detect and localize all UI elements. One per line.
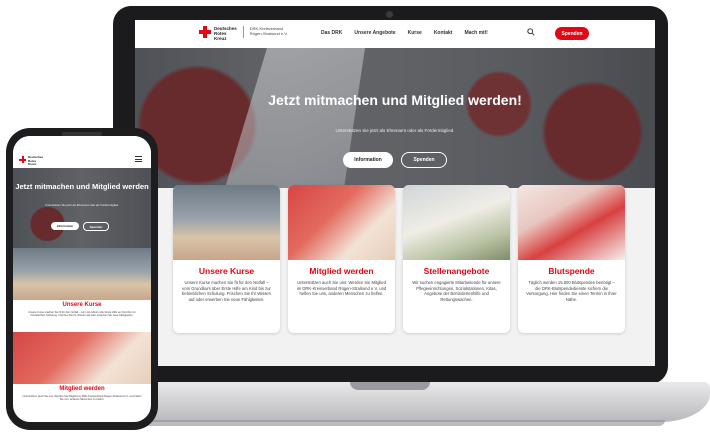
card-title: Stellenangebote <box>423 266 490 276</box>
logo-subtitle: DRK-Kreisverband Rügen-Stralsund e.V. <box>250 26 288 36</box>
drk-logo[interactable]: Deutsches Rotes Kreuz DRK-Kreisverband R… <box>199 26 288 41</box>
logo-divider <box>242 26 244 38</box>
phone-information-button[interactable]: Information <box>51 222 79 230</box>
phone-drk-logo[interactable]: Deutsches Rotes Kreuz <box>19 155 43 167</box>
card-image-jobs <box>403 185 510 260</box>
logo-line3: Kreuz <box>214 36 227 41</box>
phone-card-text-kurse: Unsere Kurse machen Sie fit für den Notf… <box>28 311 136 318</box>
logo-wordmark: Deutsches Rotes Kreuz <box>214 26 237 41</box>
phone-card-image-membership <box>13 332 151 384</box>
phone-card-title-kurse[interactable]: Unsere Kurse <box>13 302 151 308</box>
nav-item-angebote[interactable]: Unsere Angebote <box>354 30 395 36</box>
phone-hero-title: Jetzt mitmachen und Mitglied werden <box>15 182 149 191</box>
card-kurse[interactable]: Unsere Kurse Unsere Kurse machen Sie fit… <box>173 185 280 333</box>
phone-screen: Deutsches Rotes Kreuz Jetzt mitmachen un… <box>13 136 151 422</box>
nav-item-mach-mit[interactable]: Mach mit! <box>464 30 487 36</box>
hero-buttons: Information Spenden <box>343 152 447 168</box>
nav-item-kurse[interactable]: Kurse <box>408 30 422 36</box>
phone-logo-wordmark: Deutsches Rotes Kreuz <box>28 155 43 167</box>
card-stellen[interactable]: Stellenangebote Wir suchen engagierte Mi… <box>403 185 510 333</box>
nav-item-das-drk[interactable]: Das DRK <box>321 30 342 36</box>
camera-icon <box>386 11 393 18</box>
card-text: Unterstützen auch Sie uns: Werden Sie Mi… <box>296 280 387 296</box>
service-cards: Unsere Kurse Unsere Kurse machen Sie fit… <box>173 185 625 333</box>
phone-logo-line3: Kreuz <box>28 162 37 166</box>
phone-card-text-mitglied: Unterstützen auch Sie uns: Werden Sie Mi… <box>22 395 142 402</box>
laptop-shadow <box>110 420 665 426</box>
laptop-screen: Deutsches Rotes Kreuz DRK-Kreisverband R… <box>135 20 655 366</box>
site-header: Deutsches Rotes Kreuz DRK-Kreisverband R… <box>135 20 655 48</box>
phone-card-title-mitglied[interactable]: Mitglied werden <box>13 386 151 392</box>
nav-item-kontakt[interactable]: Kontakt <box>434 30 453 36</box>
information-button[interactable]: Information <box>343 152 393 168</box>
red-cross-icon <box>199 26 211 38</box>
search-icon[interactable] <box>527 28 535 36</box>
card-text: Täglich werden 15.000 Blutspenden benöti… <box>526 280 617 302</box>
laptop-opening-notch <box>350 382 430 390</box>
phone-hero: Jetzt mitmachen und Mitglied werden Unte… <box>13 168 151 248</box>
phone-speaker <box>62 132 102 136</box>
red-cross-icon <box>19 156 26 163</box>
donate-button[interactable]: Spenden <box>555 27 589 40</box>
logo-sub-line2: Rügen-Stralsund e.V. <box>249 31 288 36</box>
hero-subtitle: Unterstützen Sie jetzt als Ehrenamt oder… <box>335 128 455 133</box>
hamburger-menu-icon[interactable] <box>135 156 142 162</box>
main-nav: Das DRK Unsere Angebote Kurse Kontakt Ma… <box>321 30 488 36</box>
hero-donate-button[interactable]: Spenden <box>401 152 447 168</box>
card-title: Mitglied werden <box>309 266 374 276</box>
card-text: Unsere Kurse machen Sie fit für den Notf… <box>182 280 271 302</box>
card-image-blood-donation <box>518 185 625 260</box>
phone-hero-buttons: Information Spenden <box>51 222 109 231</box>
card-title: Blutspende <box>548 266 595 276</box>
phone-hero-subtitle: Unterstützen Sie jetzt als Ehrenamt oder… <box>45 203 119 207</box>
card-image-membership <box>288 185 395 260</box>
hero-title: Jetzt mitmachen und Mitglied werden! <box>268 92 522 108</box>
card-title: Unsere Kurse <box>198 266 255 276</box>
card-image-first-aid <box>173 185 280 260</box>
phone-header: Deutsches Rotes Kreuz <box>13 136 151 168</box>
card-mitglied[interactable]: Mitglied werden Unterstützen auch Sie un… <box>288 185 395 333</box>
card-blutspende[interactable]: Blutspende Täglich werden 15.000 Blutspe… <box>518 185 625 333</box>
phone-donate-button[interactable]: Spenden <box>83 222 109 231</box>
card-text: Wir suchen engagierte Mitarbeitende für … <box>412 280 501 302</box>
phone-card-image-first-aid <box>13 248 151 300</box>
